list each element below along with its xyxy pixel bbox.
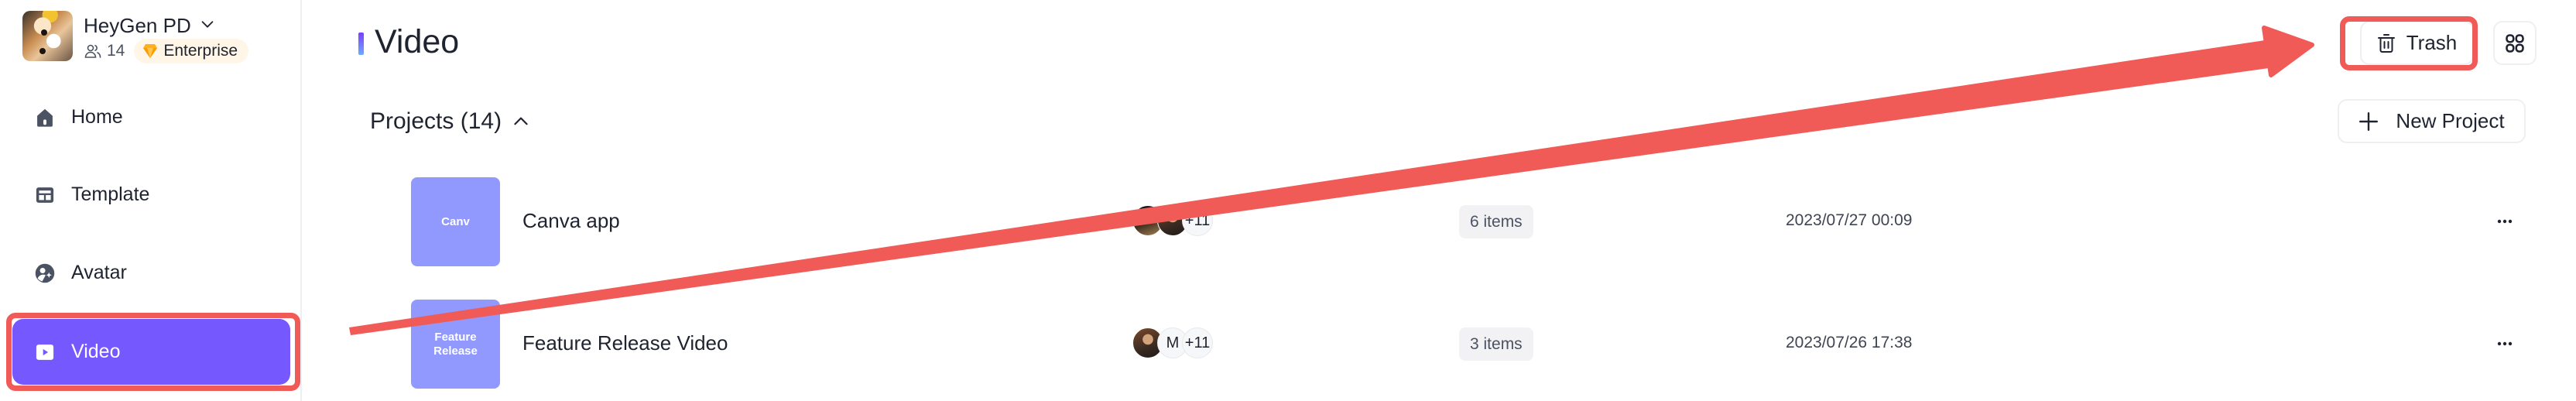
new-project-label: New Project — [2396, 109, 2505, 132]
trash-icon — [2377, 33, 2396, 53]
sidebar-item-label: Template — [71, 183, 150, 205]
home-icon — [34, 107, 56, 129]
project-name[interactable]: Canva app — [522, 209, 620, 233]
sidebar: HeyGen PD 14 Enterprise Home Template Av… — [0, 0, 302, 401]
project-name[interactable]: Feature Release Video — [522, 331, 728, 355]
ellipsis-icon — [2497, 219, 2513, 224]
project-members: +11 — [1132, 205, 1213, 238]
ellipsis-icon — [2497, 341, 2513, 346]
template-icon — [34, 184, 56, 206]
plan-badge: Enterprise — [134, 39, 249, 63]
projects-section-toggle[interactable]: Projects (14) — [370, 108, 531, 135]
grid-view-icon — [2504, 33, 2526, 54]
team-name: HeyGen PD — [84, 14, 191, 37]
diamond-icon — [143, 43, 158, 59]
title-accent-bar — [358, 33, 364, 55]
sidebar-item-label: Avatar — [71, 262, 127, 283]
sidebar-item-label: Video — [71, 341, 121, 362]
items-count-badge: 6 items — [1459, 205, 1533, 238]
team-meta: 14 Enterprise — [84, 39, 249, 63]
project-row[interactable]: Canv Canva app +11 6 items 2023/07/27 00… — [370, 167, 2537, 276]
project-row[interactable]: Feature Release Feature Release Video M … — [370, 290, 2537, 398]
avatar-icon — [34, 262, 56, 284]
project-members: M +11 — [1132, 327, 1213, 360]
member-count: 14 — [107, 42, 125, 60]
grid-view-button[interactable] — [2493, 21, 2537, 65]
more-options-button[interactable] — [2491, 212, 2519, 231]
page-title: Video — [375, 23, 460, 60]
trash-button[interactable]: Trash — [2360, 21, 2474, 65]
new-project-button[interactable]: New Project — [2338, 99, 2526, 143]
updated-date: 2023/07/26 17:38 — [1786, 334, 1913, 351]
users-icon — [84, 42, 102, 60]
chevron-up-icon — [511, 111, 531, 132]
sidebar-item-home[interactable]: Home — [12, 84, 290, 150]
sidebar-item-label: Home — [71, 106, 123, 128]
trash-label: Trash — [2406, 31, 2458, 54]
project-thumbnail[interactable]: Canv — [411, 177, 500, 266]
project-thumbnail[interactable]: Feature Release — [411, 300, 500, 389]
projects-heading: Projects (14) — [370, 108, 502, 134]
team-switcher[interactable]: HeyGen PD — [84, 14, 216, 38]
plan-name: Enterprise — [163, 42, 238, 60]
plus-icon — [2358, 111, 2379, 132]
video-icon — [34, 341, 56, 363]
arrow-head — [2262, 26, 2314, 77]
more-options-button[interactable] — [2491, 334, 2519, 353]
member-overflow-count: +11 — [1182, 327, 1213, 358]
items-count-badge: 3 items — [1459, 327, 1533, 361]
team-avatar[interactable] — [22, 11, 73, 61]
member-overflow-count: +11 — [1182, 205, 1213, 236]
sidebar-item-avatar[interactable]: Avatar — [12, 240, 290, 306]
updated-date: 2023/07/27 00:09 — [1786, 211, 1913, 229]
sidebar-item-video[interactable]: Video — [12, 319, 290, 385]
sidebar-item-template[interactable]: Template — [12, 162, 290, 228]
chevron-down-icon — [199, 14, 216, 38]
